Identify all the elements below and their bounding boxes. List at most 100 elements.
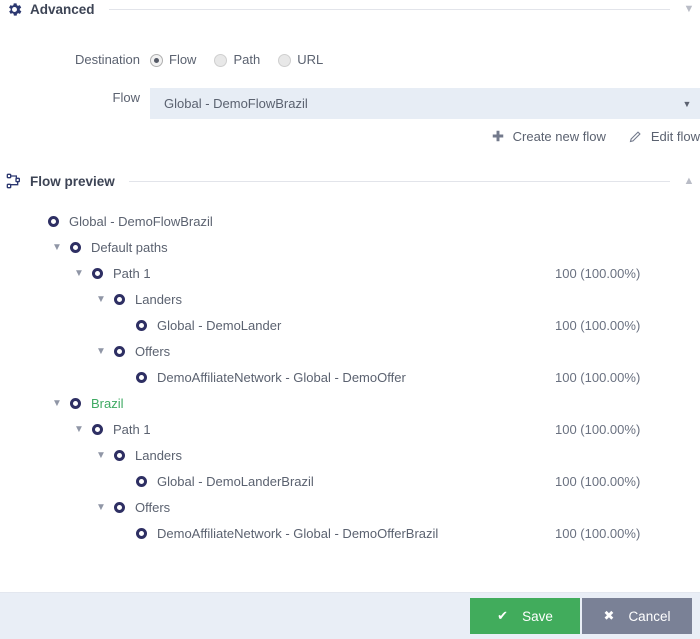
create-new-flow-link[interactable]: Create new flow bbox=[490, 128, 606, 144]
tree-node-icon bbox=[70, 241, 81, 253]
cancel-button-label: Cancel bbox=[628, 608, 671, 624]
tree-node-icon bbox=[136, 527, 147, 539]
tree-row[interactable]: ▼ Landers bbox=[0, 442, 700, 468]
tree-row-content: ▼ Landers bbox=[0, 448, 555, 463]
destination-label: Destination bbox=[74, 52, 140, 67]
advanced-section-divider bbox=[108, 8, 670, 10]
tree-node-icon bbox=[114, 293, 125, 305]
tree-row[interactable]: ▼ Landers bbox=[0, 286, 700, 312]
tree-row[interactable]: ▼ Path 1 100 (100.00%) bbox=[0, 260, 700, 286]
x-icon: ✖ bbox=[603, 608, 615, 623]
check-icon: ✔ bbox=[497, 608, 509, 623]
tree-row[interactable]: DemoAffiliateNetwork - Global - DemoOffe… bbox=[0, 364, 700, 390]
flow-select[interactable]: Global - DemoFlowBrazil ▼ bbox=[150, 88, 700, 119]
tree-node-label: Landers bbox=[135, 447, 182, 463]
tree-row[interactable]: ▼ Path 1 100 (100.00%) bbox=[0, 416, 700, 442]
tree-node-stat: 100 (100.00%) bbox=[555, 525, 641, 541]
tree-node-icon bbox=[92, 423, 103, 435]
chevron-down-icon[interactable]: ▼ bbox=[50, 398, 64, 409]
cancel-button[interactable]: ✖ Cancel bbox=[582, 598, 692, 634]
flow-preview-tree: Global - DemoFlowBrazil ▼ Default paths ▼ Pa… bbox=[0, 208, 700, 546]
chevron-down-icon[interactable]: ▼ bbox=[94, 502, 108, 513]
tree-node-label: Global - DemoLanderBrazil bbox=[157, 473, 314, 489]
tree-row-content: Global - DemoFlowBrazil bbox=[0, 214, 555, 229]
tree-row-content: ▼ Brazil bbox=[0, 396, 555, 411]
edit-flow-label: Edit flow bbox=[650, 128, 700, 144]
advanced-section-title: Advanced bbox=[30, 1, 95, 17]
pencil-icon bbox=[628, 128, 644, 144]
chevron-down-icon[interactable]: ▼ bbox=[72, 268, 86, 279]
chevron-down-icon[interactable]: ▼ bbox=[94, 346, 108, 357]
create-new-flow-label: Create new flow bbox=[512, 128, 606, 144]
flow-icon bbox=[4, 171, 24, 191]
dialog-footer: ✔ Save ✖ Cancel bbox=[0, 592, 700, 639]
tree-row-content: Global - DemoLanderBrazil bbox=[0, 474, 555, 489]
gear-icon bbox=[4, 0, 24, 19]
flow-preview-section-header[interactable]: Flow preview ▲ bbox=[0, 170, 700, 192]
tree-row-content: ▼ Path 1 bbox=[0, 266, 555, 281]
tree-node-label: Offers bbox=[135, 343, 171, 359]
radio-url-icon[interactable] bbox=[278, 53, 292, 67]
tree-row-content: DemoAffiliateNetwork - Global - DemoOffe… bbox=[0, 370, 555, 385]
edit-flow-link[interactable]: Edit flow bbox=[628, 128, 700, 144]
tree-row-content: Global - DemoLander bbox=[0, 318, 555, 333]
tree-row-content: ▼ Offers bbox=[0, 500, 555, 515]
tree-row[interactable]: ▼ Default paths bbox=[0, 234, 700, 260]
tree-node-stat: 100 (100.00%) bbox=[555, 265, 641, 281]
tree-node-icon bbox=[114, 345, 125, 357]
tree-row[interactable]: ▼ Brazil bbox=[0, 390, 700, 416]
destination-option-flow-label: Flow bbox=[169, 52, 197, 67]
flow-select-value: Global - DemoFlowBrazil bbox=[164, 96, 308, 111]
flow-preview-section-title: Flow preview bbox=[30, 173, 115, 189]
tree-node-icon bbox=[48, 215, 59, 227]
destination-option-path-label: Path bbox=[233, 52, 261, 67]
tree-node-stat: 100 (100.00%) bbox=[555, 317, 641, 333]
destination-option-path[interactable]: Path bbox=[214, 50, 260, 70]
chevron-up-icon[interactable]: ▲ bbox=[680, 175, 700, 187]
destination-radio-group: Flow Path URL bbox=[150, 50, 341, 70]
destination-option-flow[interactable]: Flow bbox=[150, 50, 196, 70]
destination-row: Destination Flow Path URL bbox=[0, 50, 700, 70]
destination-option-url[interactable]: URL bbox=[278, 50, 323, 70]
save-button-label: Save bbox=[522, 608, 553, 624]
chevron-down-icon[interactable]: ▼ bbox=[50, 242, 64, 253]
tree-row-content: ▼ Default paths bbox=[0, 240, 555, 255]
tree-row-content: ▼ Offers bbox=[0, 344, 555, 359]
save-button[interactable]: ✔ Save bbox=[470, 598, 580, 634]
tree-node-icon bbox=[92, 267, 103, 279]
tree-node-stat: 100 (100.00%) bbox=[555, 421, 641, 437]
tree-node-label: Path 1 bbox=[113, 265, 151, 281]
chevron-down-icon[interactable]: ▼ bbox=[680, 3, 700, 15]
tree-row-content: ▼ Landers bbox=[0, 292, 555, 307]
radio-path-icon[interactable] bbox=[214, 53, 228, 67]
tree-row[interactable]: Global - DemoLanderBrazil 100 (100.00%) bbox=[0, 468, 700, 494]
tree-row[interactable]: ▼ Offers bbox=[0, 338, 700, 364]
tree-node-icon bbox=[70, 397, 81, 409]
advanced-section-header[interactable]: Advanced ▼ bbox=[0, 0, 700, 20]
tree-row-content: DemoAffiliateNetwork - Global - DemoOffe… bbox=[0, 526, 555, 541]
caret-down-icon[interactable]: ▼ bbox=[674, 99, 700, 109]
flow-row: Flow Global - DemoFlowBrazil ▼ bbox=[0, 88, 700, 119]
plus-icon bbox=[490, 128, 506, 144]
tree-node-label: Global - DemoLander bbox=[157, 317, 282, 333]
tree-node-label: DemoAffiliateNetwork - Global - DemoOffe… bbox=[157, 525, 439, 541]
tree-node-icon bbox=[136, 475, 147, 487]
tree-row[interactable]: DemoAffiliateNetwork - Global - DemoOffe… bbox=[0, 520, 700, 546]
flow-label: Flow bbox=[112, 90, 140, 105]
tree-node-label: DemoAffiliateNetwork - Global - DemoOffe… bbox=[157, 369, 406, 385]
destination-option-url-label: URL bbox=[297, 52, 324, 67]
radio-flow-icon[interactable] bbox=[150, 53, 163, 67]
tree-row[interactable]: Global - DemoLander 100 (100.00%) bbox=[0, 312, 700, 338]
tree-node-label: Offers bbox=[135, 499, 171, 515]
tree-node-label: Global - DemoFlowBrazil bbox=[69, 213, 213, 229]
chevron-down-icon[interactable]: ▼ bbox=[72, 424, 86, 435]
tree-node-label: Landers bbox=[135, 291, 182, 307]
tree-row[interactable]: Global - DemoFlowBrazil bbox=[0, 208, 700, 234]
tree-node-stat: 100 (100.00%) bbox=[555, 473, 641, 489]
chevron-down-icon[interactable]: ▼ bbox=[94, 294, 108, 305]
tree-row[interactable]: ▼ Offers bbox=[0, 494, 700, 520]
flow-action-links: Create new flow Edit flow bbox=[468, 128, 700, 144]
tree-node-icon bbox=[136, 371, 147, 383]
chevron-down-icon[interactable]: ▼ bbox=[94, 450, 108, 461]
flow-preview-section-divider bbox=[128, 180, 670, 182]
